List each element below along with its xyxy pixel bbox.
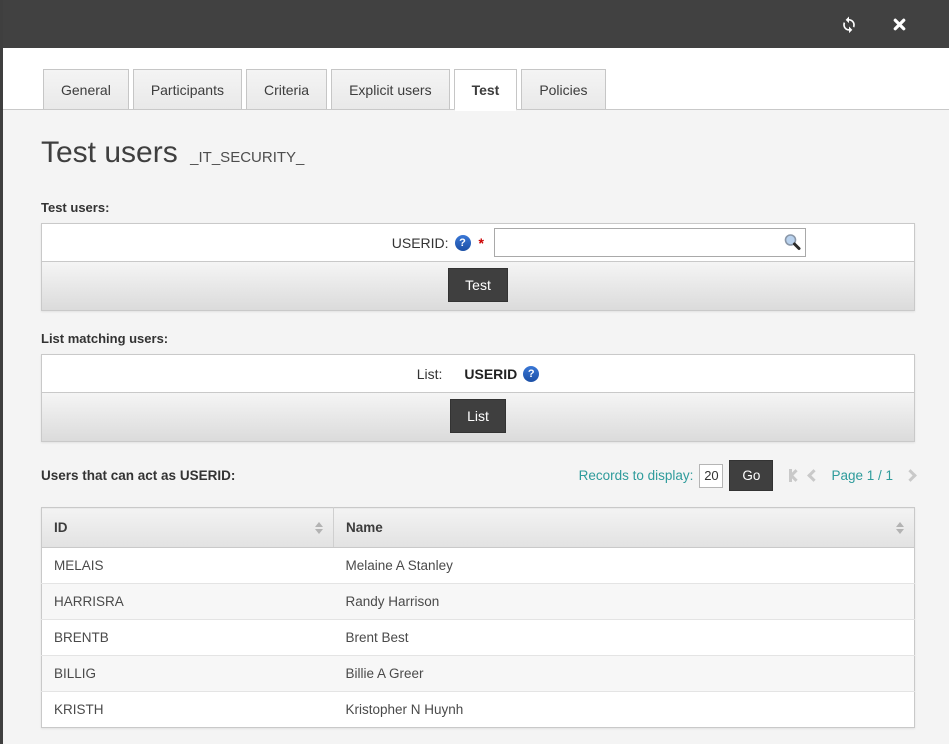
refresh-icon[interactable] (839, 14, 859, 34)
go-button[interactable]: Go (729, 460, 773, 491)
userid-label: USERID: (392, 235, 449, 251)
column-header-id[interactable]: ID (42, 508, 334, 548)
required-asterisk: * (479, 235, 484, 251)
userid-field-row: USERID: ? * (42, 224, 914, 261)
main-content: Test users _IT_SECURITY_ Test users: USE… (3, 136, 949, 728)
userid-input[interactable] (494, 228, 806, 257)
test-box-footer: Test (42, 261, 914, 310)
next-page-icon[interactable] (904, 469, 917, 482)
table-header-row: ID Name (42, 508, 915, 548)
tab-test[interactable]: Test (454, 69, 518, 111)
first-page-icon[interactable] (789, 469, 800, 482)
cell-name: Brent Best (334, 620, 915, 656)
list-value: USERID (464, 366, 517, 382)
table-row: HARRISRARandy Harrison (42, 584, 915, 620)
test-users-box: USERID: ? * Test (41, 223, 915, 311)
records-to-display-label: Records to display: (579, 468, 694, 483)
cell-name: Billie A Greer (334, 656, 915, 692)
column-header-name[interactable]: Name (334, 508, 915, 548)
cell-id: MELAIS (42, 548, 334, 584)
dialog-window: GeneralParticipantsCriteriaExplicit user… (0, 0, 949, 744)
pagination: Page 1 / 1 (789, 468, 915, 483)
column-label-name: Name (346, 520, 383, 535)
tab-general[interactable]: General (43, 69, 129, 109)
cell-id: BRENTB (42, 620, 334, 656)
table-row: BRENTBBrent Best (42, 620, 915, 656)
userid-input-wrap (494, 228, 806, 257)
cell-name: Randy Harrison (334, 584, 915, 620)
column-label-id: ID (54, 520, 68, 535)
table-row: KRISTHKristopher N Huynh (42, 692, 915, 728)
results-title: Users that can act as USERID: (41, 468, 235, 483)
cell-name: Melaine A Stanley (334, 548, 915, 584)
table-row: BILLIGBillie A Greer (42, 656, 915, 692)
tab-policies[interactable]: Policies (521, 69, 605, 109)
list-matching-box: List: USERID ? List (41, 354, 915, 442)
help-icon[interactable]: ? (455, 235, 471, 251)
tab-bar: GeneralParticipantsCriteriaExplicit user… (3, 48, 949, 110)
sort-icon[interactable] (896, 522, 904, 534)
cell-id: BILLIG (42, 656, 334, 692)
tab-participants[interactable]: Participants (133, 69, 242, 109)
test-users-label: Test users: (41, 200, 915, 215)
list-field-row: List: USERID ? (42, 355, 914, 392)
previous-page-icon[interactable] (808, 469, 821, 482)
cell-name: Kristopher N Huynh (334, 692, 915, 728)
results-table: ID Name MELAISMelaine A StanleyHARRISRAR… (41, 507, 915, 728)
list-matching-label: List matching users: (41, 331, 915, 346)
page-title-text: Test users (41, 136, 178, 169)
results-table-body: MELAISMelaine A StanleyHARRISRARandy Har… (42, 548, 915, 728)
cell-id: KRISTH (42, 692, 334, 728)
records-count-input[interactable] (699, 464, 723, 488)
sort-icon[interactable] (315, 522, 323, 534)
page-subtitle: _IT_SECURITY_ (190, 149, 304, 166)
tab-criteria[interactable]: Criteria (246, 69, 327, 109)
table-row: MELAISMelaine A Stanley (42, 548, 915, 584)
title-bar (3, 0, 949, 48)
cell-id: HARRISRA (42, 584, 334, 620)
records-controls: Records to display: Go Page 1 / 1 (579, 460, 915, 491)
list-box-footer: List (42, 392, 914, 441)
results-header: Users that can act as USERID: Records to… (41, 460, 915, 491)
list-label: List: (417, 366, 443, 382)
tab-explicit-users[interactable]: Explicit users (331, 69, 449, 109)
list-button[interactable]: List (450, 399, 506, 433)
test-button[interactable]: Test (448, 268, 508, 302)
magnifier-icon[interactable] (782, 232, 802, 257)
page-title: Test users _IT_SECURITY_ (41, 136, 915, 170)
close-icon[interactable] (889, 14, 909, 34)
help-icon[interactable]: ? (523, 366, 539, 382)
page-indicator: Page 1 / 1 (831, 468, 893, 483)
